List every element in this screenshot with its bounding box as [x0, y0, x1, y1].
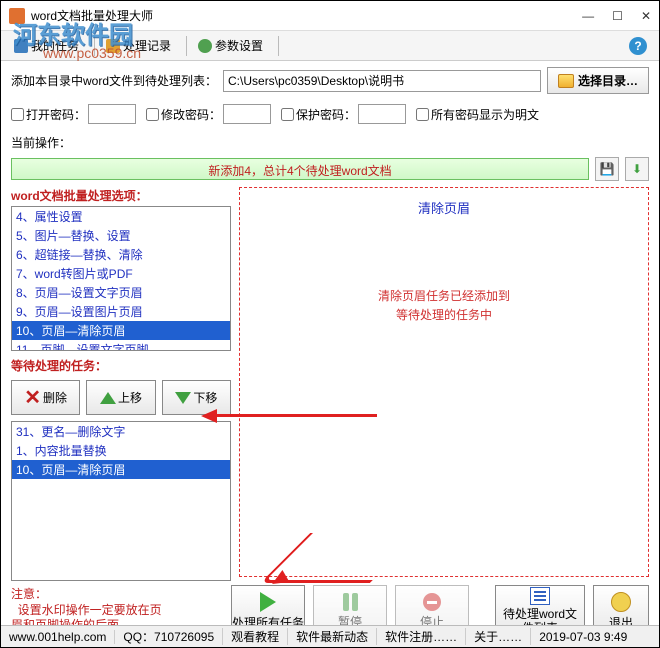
- browse-button[interactable]: 选择目录…: [547, 67, 649, 94]
- queue-item[interactable]: 10、页眉—清除页眉: [12, 460, 230, 479]
- option-item[interactable]: 11、页脚—设置文字页脚: [12, 340, 230, 351]
- stop-icon: [423, 593, 441, 611]
- modify-password-input[interactable]: [223, 104, 271, 124]
- status-site[interactable]: www.001help.com: [9, 630, 115, 644]
- minimize-button[interactable]: —: [582, 9, 594, 23]
- move-down-button[interactable]: 下移: [162, 380, 231, 415]
- directory-label: 添加本目录中word文件到待处理列表：: [11, 72, 217, 89]
- app-icon: [9, 8, 25, 24]
- option-item[interactable]: 6、超链接—替换、清除: [12, 245, 230, 264]
- status-qq: QQ：710726095: [123, 628, 223, 645]
- folder-icon: [558, 74, 574, 88]
- status-news[interactable]: 软件最新动态: [296, 628, 377, 645]
- statusbar: www.001help.com QQ：710726095 观看教程 软件最新动态…: [1, 625, 659, 647]
- plain-password-checkbox[interactable]: [416, 108, 429, 121]
- separator: [278, 36, 279, 56]
- current-operation-label: 当前操作：: [1, 132, 659, 157]
- play-icon: [260, 592, 276, 612]
- protect-password-label: 保护密码：: [296, 106, 356, 123]
- move-up-button[interactable]: 上移: [86, 380, 155, 415]
- option-item[interactable]: 4、属性设置: [12, 207, 230, 226]
- pause-icon: [343, 593, 358, 611]
- download-icon-button[interactable]: ⬇: [625, 157, 649, 181]
- directory-row: 添加本目录中word文件到待处理列表： 选择目录…: [1, 61, 659, 100]
- directory-input[interactable]: [223, 70, 541, 92]
- x-icon: ✕: [24, 385, 41, 410]
- arrow-down-icon: [175, 392, 191, 404]
- status-datetime: 2019-07-03 9:49: [539, 630, 635, 644]
- protect-password-input[interactable]: [358, 104, 406, 124]
- toolbar: 我的任务 处理记录 参数设置 ?: [1, 31, 659, 61]
- arrow-up-icon: [100, 392, 116, 404]
- queue-list[interactable]: 31、更名—删除文字1、内容批量替换10、页眉—清除页眉: [11, 421, 231, 581]
- titlebar: word文档批量处理大师 — ☐ ✕: [1, 1, 659, 31]
- open-password-label: 打开密码：: [26, 106, 86, 123]
- status-register[interactable]: 软件注册……: [385, 628, 466, 645]
- help-icon[interactable]: ?: [629, 37, 647, 55]
- history-label: 处理记录: [123, 37, 171, 54]
- option-item[interactable]: 5、图片—替换、设置: [12, 226, 230, 245]
- browse-label: 选择目录…: [578, 72, 638, 89]
- password-row: 打开密码： 修改密码： 保护密码： 所有密码显示为明文: [1, 100, 659, 132]
- open-password-input[interactable]: [88, 104, 136, 124]
- exit-icon: [611, 592, 631, 612]
- delete-task-button[interactable]: ✕删除: [11, 380, 80, 415]
- window-title: word文档批量处理大师: [31, 7, 582, 24]
- tasks-icon: [14, 39, 28, 53]
- status-message: 新添加4，总计4个待处理word文档: [11, 158, 589, 180]
- separator: [94, 36, 95, 56]
- preview-message: 清除页眉任务已经添加到 等待处理的任务中: [248, 287, 640, 325]
- option-item[interactable]: 9、页眉—设置图片页眉: [12, 302, 230, 321]
- list-icon: [530, 587, 550, 605]
- modify-password-checkbox[interactable]: [146, 108, 159, 121]
- separator: [186, 36, 187, 56]
- option-item[interactable]: 8、页眉—设置文字页眉: [12, 283, 230, 302]
- settings-button[interactable]: 参数设置: [191, 33, 270, 58]
- queue-item[interactable]: 31、更名—删除文字: [12, 422, 230, 441]
- option-item[interactable]: 10、页眉—清除页眉: [12, 321, 230, 340]
- maximize-button[interactable]: ☐: [612, 9, 623, 23]
- history-icon: [106, 39, 120, 53]
- save-icon-button[interactable]: 💾: [595, 157, 619, 181]
- history-button[interactable]: 处理记录: [99, 33, 178, 58]
- modify-password-label: 修改密码：: [161, 106, 221, 123]
- settings-label: 参数设置: [215, 37, 263, 54]
- queue-item[interactable]: 1、内容批量替换: [12, 441, 230, 460]
- status-about[interactable]: 关于……: [474, 628, 531, 645]
- open-password-checkbox[interactable]: [11, 108, 24, 121]
- my-tasks-button[interactable]: 我的任务: [7, 33, 86, 58]
- options-list[interactable]: 4、属性设置5、图片—替换、设置6、超链接—替换、清除7、word转图片或PDF…: [11, 206, 231, 351]
- options-title: word文档批量处理选项：: [11, 187, 231, 204]
- close-button[interactable]: ✕: [641, 9, 651, 23]
- preview-panel: 清除页眉 清除页眉任务已经添加到 等待处理的任务中: [239, 187, 649, 577]
- plain-password-label: 所有密码显示为明文: [431, 106, 539, 123]
- my-tasks-label: 我的任务: [31, 37, 79, 54]
- option-item[interactable]: 7、word转图片或PDF: [12, 264, 230, 283]
- preview-title: 清除页眉: [248, 198, 640, 217]
- status-tutorial[interactable]: 观看教程: [231, 628, 288, 645]
- gear-icon: [198, 39, 212, 53]
- queue-title: 等待处理的任务：: [11, 357, 231, 374]
- protect-password-checkbox[interactable]: [281, 108, 294, 121]
